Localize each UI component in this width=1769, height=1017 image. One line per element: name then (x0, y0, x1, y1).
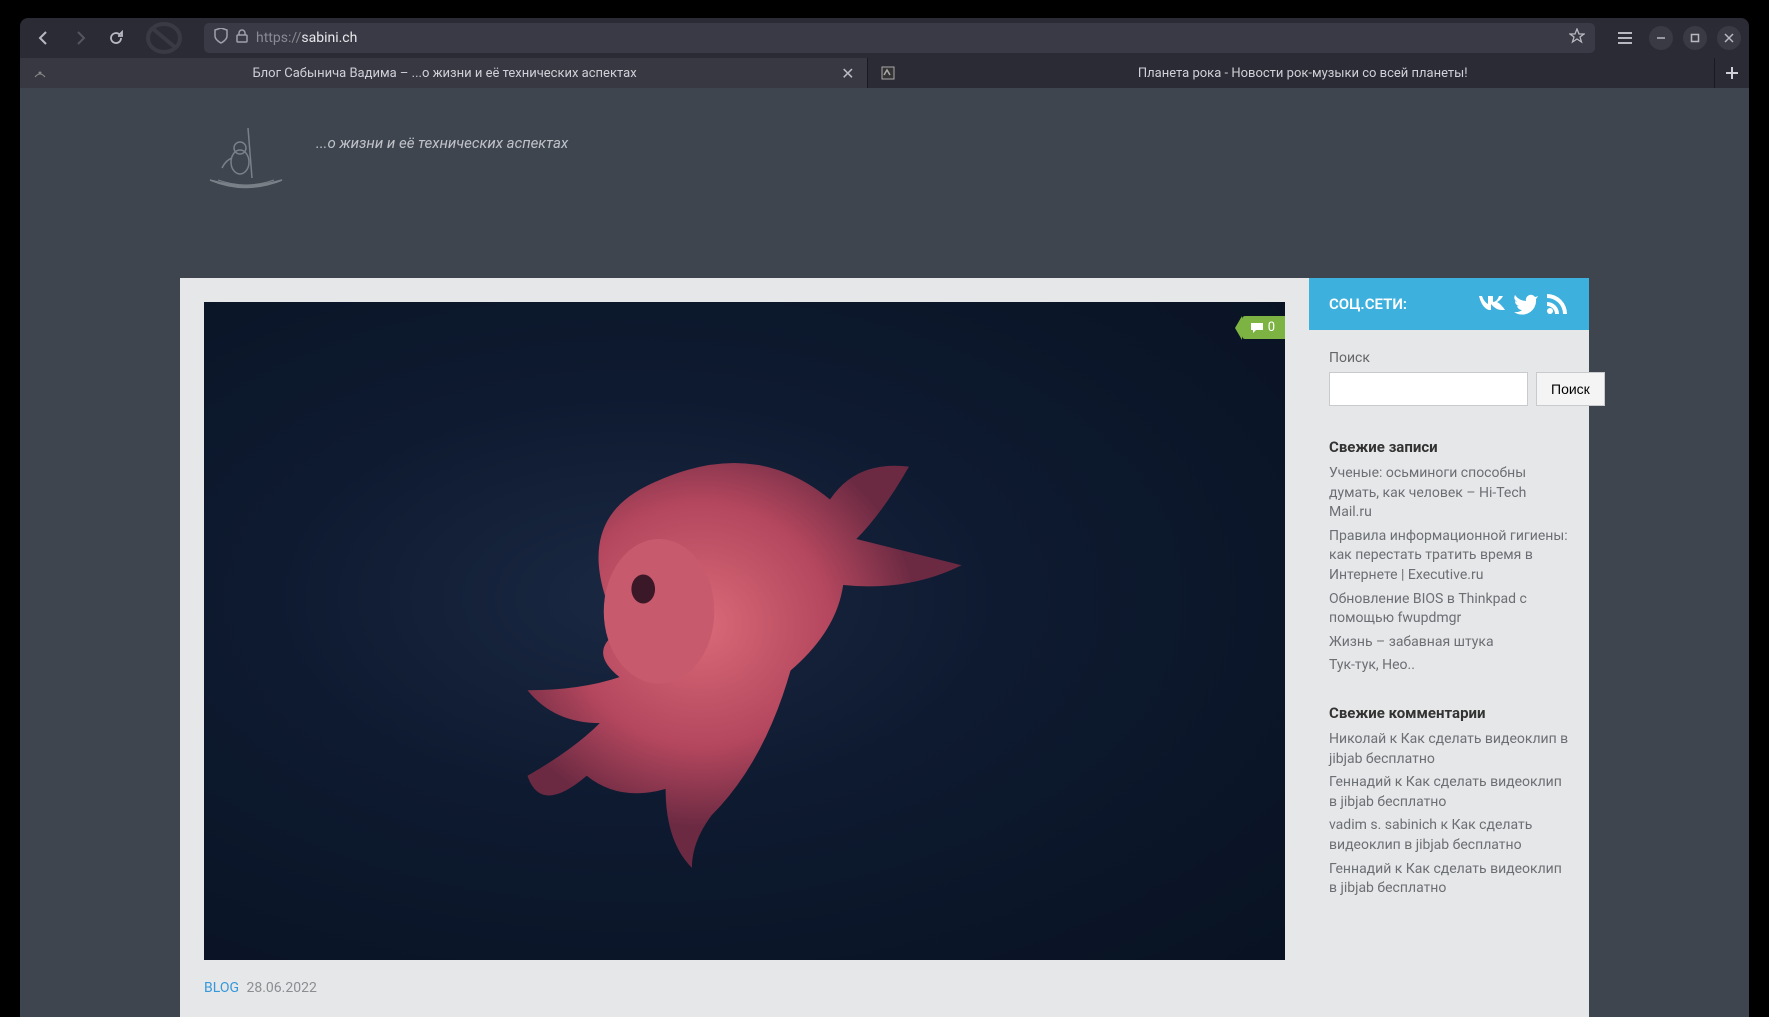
back-button[interactable] (28, 22, 60, 54)
sidebar-inner: Поиск Поиск Свежие записи Ученые: осьмин… (1309, 330, 1589, 947)
tab-close-icon[interactable]: ✕ (841, 64, 854, 83)
list-item[interactable]: Ученые: осьминоги способны думать, как ч… (1329, 464, 1569, 523)
social-bar: СОЦ.СЕТИ: (1309, 278, 1589, 330)
list-item[interactable]: Жизнь – забавная штука (1329, 633, 1569, 653)
social-icons (1477, 292, 1569, 316)
reload-button[interactable] (100, 22, 132, 54)
tab-1[interactable]: Блог Сабынича Вадима – ...о жизни и её т… (20, 58, 868, 88)
main-column: 0 BLOG 28.06.2022 (180, 278, 1309, 1017)
post-category[interactable]: BLOG (204, 980, 239, 996)
tab-label: Планета рока - Новости рок-музыки со все… (904, 66, 1703, 81)
list-item[interactable]: Геннадий к Как сделать видеоклип в jibja… (1329, 773, 1569, 812)
recent-comments-list: Николай к Как сделать видеоклип в jibjab… (1329, 730, 1569, 899)
tracking-shield-icon[interactable] (214, 28, 228, 48)
list-item[interactable]: Обновление BIOS в Thinkpad с помощью fwu… (1329, 590, 1569, 629)
lock-icon[interactable] (236, 29, 248, 47)
sidebar: СОЦ.СЕТИ: Поиск (1309, 278, 1589, 1017)
recent-comments-widget: Свежие комментарии Николай к Как сделать… (1329, 704, 1569, 899)
site-logo[interactable] (200, 120, 292, 198)
post-meta: BLOG 28.06.2022 (204, 980, 1285, 996)
widget-title: Свежие комментарии (1329, 704, 1569, 722)
widget-title: Свежие записи (1329, 438, 1569, 456)
list-item[interactable]: Николай к Как сделать видеоклип в jibjab… (1329, 730, 1569, 769)
search-button[interactable]: Поиск (1536, 372, 1605, 406)
tab-2[interactable]: Планета рока - Новости рок-музыки со все… (868, 58, 1716, 88)
site-tagline: ...о жизни и её технических аспектах (316, 134, 568, 152)
post-date: 28.06.2022 (246, 980, 316, 996)
minimize-button[interactable] (1649, 26, 1673, 50)
comments-badge[interactable]: 0 (1242, 316, 1285, 339)
search-label: Поиск (1329, 350, 1569, 366)
bookmark-star-icon[interactable] (1569, 28, 1585, 48)
search-input[interactable] (1329, 372, 1528, 406)
vk-icon[interactable] (1477, 292, 1507, 316)
favicon-icon (32, 65, 48, 81)
recent-posts-widget: Свежие записи Ученые: осьминоги способны… (1329, 438, 1569, 676)
post-featured-image[interactable]: 0 (204, 302, 1285, 960)
twitter-icon[interactable] (1513, 292, 1539, 316)
list-item[interactable]: Геннадий к Как сделать видеоклип в jibja… (1329, 860, 1569, 899)
rss-icon[interactable] (1545, 292, 1569, 316)
search-form: Поиск (1329, 372, 1569, 406)
close-button[interactable] (1717, 26, 1741, 50)
forward-button[interactable] (64, 22, 96, 54)
new-tab-button[interactable] (1715, 58, 1749, 88)
url-text: https://sabini.ch (256, 30, 1561, 46)
list-item[interactable]: Правила информационной гигиены: как пере… (1329, 527, 1569, 586)
browser-toolbar: https://sabini.ch (20, 18, 1749, 58)
url-bar[interactable]: https://sabini.ch (204, 23, 1595, 53)
tab-strip: Блог Сабынича Вадима – ...о жизни и её т… (20, 58, 1749, 88)
app-menu-button[interactable] (1611, 24, 1639, 52)
recent-posts-list: Ученые: осьминоги способны думать, как ч… (1329, 464, 1569, 676)
comments-count: 0 (1268, 320, 1275, 335)
browser-brand-icon (140, 18, 188, 62)
site-header: ...о жизни и её технических аспектах (20, 88, 1749, 278)
list-item[interactable]: Тук-тук, Нео.. (1329, 656, 1569, 676)
list-item[interactable]: vadim s. sabinich к Как сделать видеокли… (1329, 816, 1569, 855)
page-viewport[interactable]: ...о жизни и её технических аспектах (20, 88, 1749, 1017)
octopus-illustration (334, 368, 1037, 894)
content-container: 0 BLOG 28.06.2022 СОЦ.СЕТИ: (180, 278, 1589, 1017)
tab-label: Блог Сабынича Вадима – ...о жизни и её т… (56, 66, 833, 81)
browser-window: https://sabini.ch Блог Сабынича Вадима –… (20, 18, 1749, 1017)
favicon-icon (880, 65, 896, 81)
maximize-button[interactable] (1683, 26, 1707, 50)
comment-icon (1250, 322, 1264, 334)
social-title: СОЦ.СЕТИ: (1329, 295, 1407, 313)
